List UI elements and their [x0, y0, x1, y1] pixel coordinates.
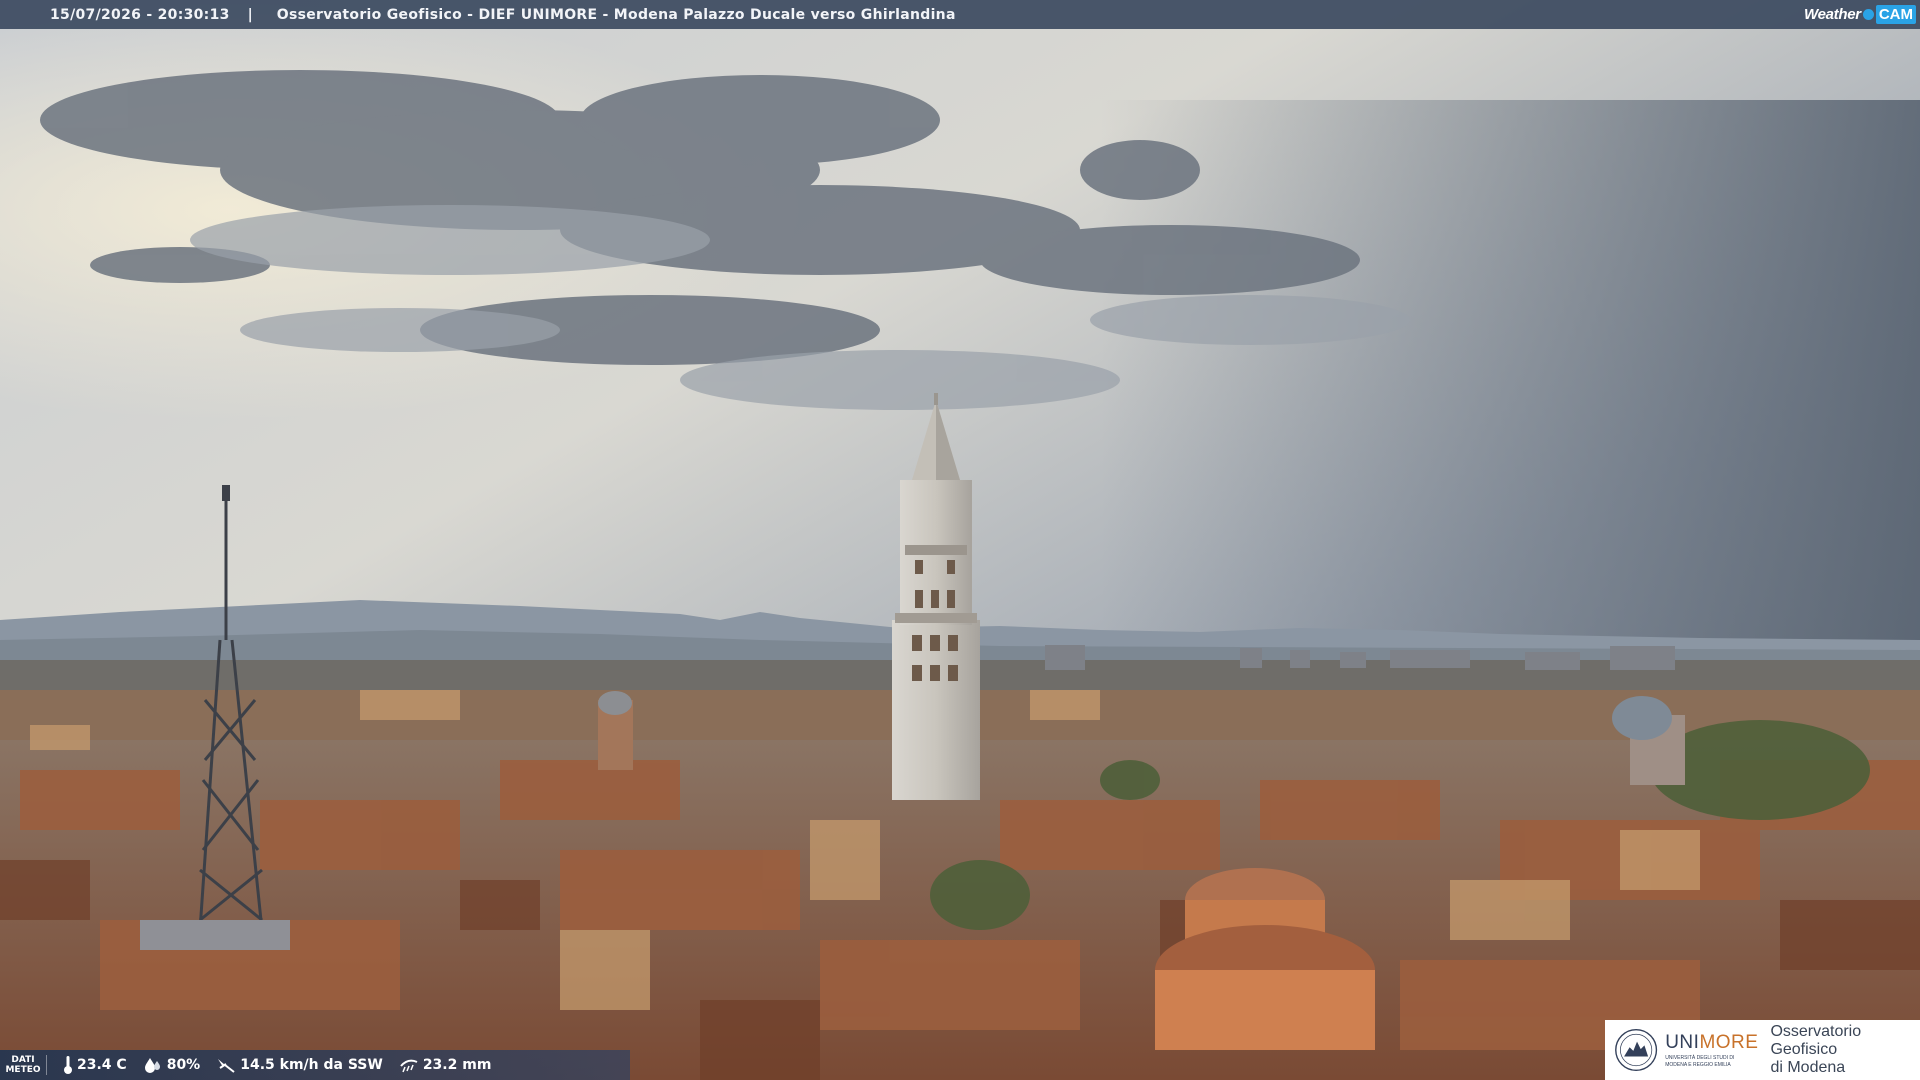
wind-reading: 14.5 km/h da SSW	[216, 1056, 383, 1074]
rain-reading: 23.2 mm	[399, 1056, 492, 1074]
observatory-name-line2: di Modena	[1770, 1059, 1846, 1076]
temperature-value: 23.4 C	[77, 1057, 127, 1073]
unimore-subtitle-line2: MODENA E REGGIO EMILIA	[1665, 1062, 1731, 1068]
wind-icon	[218, 1059, 235, 1073]
camera-caption: Osservatorio Geofisico - DIEF UNIMORE - …	[276, 6, 956, 23]
unimore-name-part2: MORE	[1699, 1032, 1759, 1053]
caption-separator: |	[247, 6, 253, 23]
rain-value: 23.2 mm	[422, 1057, 492, 1073]
wind-value: 14.5 km/h da SSW	[240, 1057, 383, 1073]
temperature-reading: 23.4 C	[63, 1055, 127, 1075]
weather-data-strip: DATI METEO 23.4 C 80% 14.5 km/h da SSW 2…	[0, 1050, 630, 1080]
meteo-label-line1: DATI	[11, 1055, 35, 1065]
thermometer-icon	[64, 1056, 72, 1074]
webcam-frame: 15/07/2026 - 20:30:13 | Osservatorio Geo…	[0, 0, 1920, 1080]
humidity-value: 80%	[166, 1057, 201, 1073]
caption-bar: 15/07/2026 - 20:30:13 | Osservatorio Geo…	[0, 0, 1920, 29]
meteo-label-line2: METEO	[5, 1065, 41, 1075]
humidity-drop-icon	[144, 1058, 160, 1073]
rain-icon	[400, 1059, 418, 1073]
observatory-name-line1: Osservatorio Geofisico	[1770, 1023, 1862, 1058]
unimore-subtitle-line1: UNIVERSITÀ DEGLI STUDI DI	[1665, 1055, 1735, 1061]
unimore-name-part1: UNI	[1665, 1032, 1700, 1053]
observatory-name: Osservatorio Geofisico di Modena	[1770, 1023, 1920, 1077]
brand-dot-icon	[1862, 8, 1874, 20]
humidity-reading: 80%	[143, 1056, 201, 1074]
university-seal-icon	[1615, 1028, 1658, 1072]
weathercam-logo: Weather CAM	[1804, 2, 1916, 26]
unimore-wordmark: UNIMORE UNIVERSITÀ DEGLI STUDI DI MODENA…	[1665, 1032, 1758, 1068]
unimore-name: UNIMORE	[1665, 1032, 1758, 1054]
webcam-scene	[0, 0, 1920, 1080]
timestamp: 15/07/2026 - 20:30:13	[50, 6, 230, 23]
unimore-logo-panel: UNIMORE UNIVERSITÀ DEGLI STUDI DI MODENA…	[1605, 1020, 1920, 1080]
brand-word: Weather	[1804, 5, 1861, 23]
meteo-label: DATI METEO	[0, 1055, 47, 1075]
brand-cam: CAM	[1875, 4, 1916, 24]
